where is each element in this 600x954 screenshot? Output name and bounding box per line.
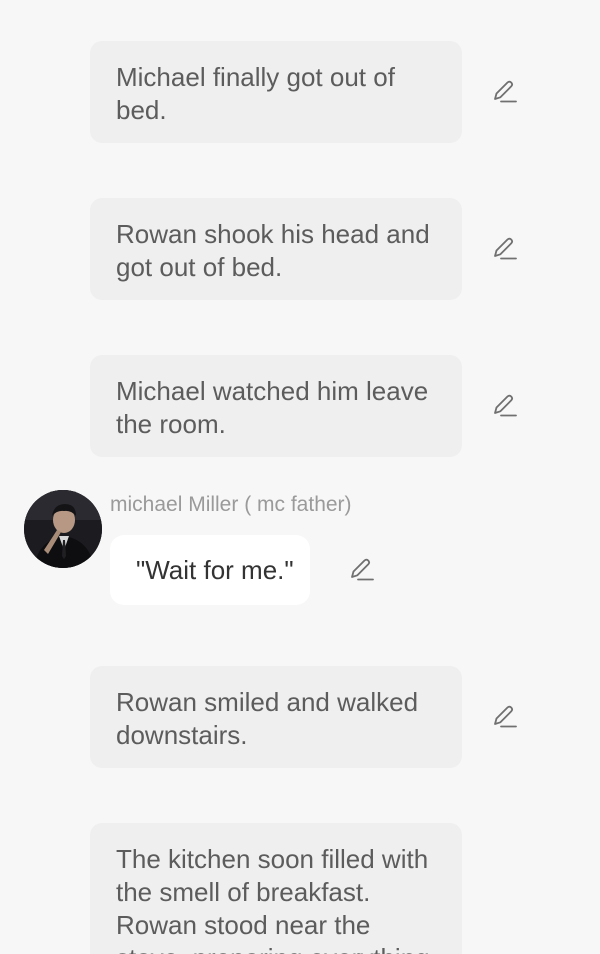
narration-bubble: Michael watched him leave the room.	[90, 355, 462, 457]
narration-text: Rowan shook his head and got out of bed.	[116, 219, 430, 282]
edit-pencil-icon[interactable]	[489, 702, 519, 732]
dialogue-text: "Wait for me."	[136, 555, 294, 585]
character-avatar[interactable]	[24, 490, 102, 568]
narration-bubble: Rowan shook his head and got out of bed.	[90, 198, 462, 300]
narration-text: The kitchen soon filled with the smell o…	[116, 844, 430, 954]
edit-pencil-icon[interactable]	[489, 234, 519, 264]
narration-bubble: The kitchen soon filled with the smell o…	[90, 823, 462, 954]
narration-bubble: Michael finally got out of bed.	[90, 41, 462, 143]
edit-pencil-icon[interactable]	[346, 555, 376, 585]
narration-text: Michael finally got out of bed.	[116, 62, 395, 125]
narration-text: Rowan smiled and walked downstairs.	[116, 687, 419, 750]
narration-text: Michael watched him leave the room.	[116, 376, 429, 439]
dialogue-bubble: "Wait for me."	[110, 535, 310, 605]
edit-pencil-icon[interactable]	[489, 391, 519, 421]
speaker-name: michael Miller ( mc father)	[110, 493, 352, 516]
edit-pencil-icon[interactable]	[489, 77, 519, 107]
narration-bubble: Rowan smiled and walked downstairs.	[90, 666, 462, 768]
story-feed[interactable]: Michael finally got out of bed. Rowan sh…	[0, 0, 600, 954]
